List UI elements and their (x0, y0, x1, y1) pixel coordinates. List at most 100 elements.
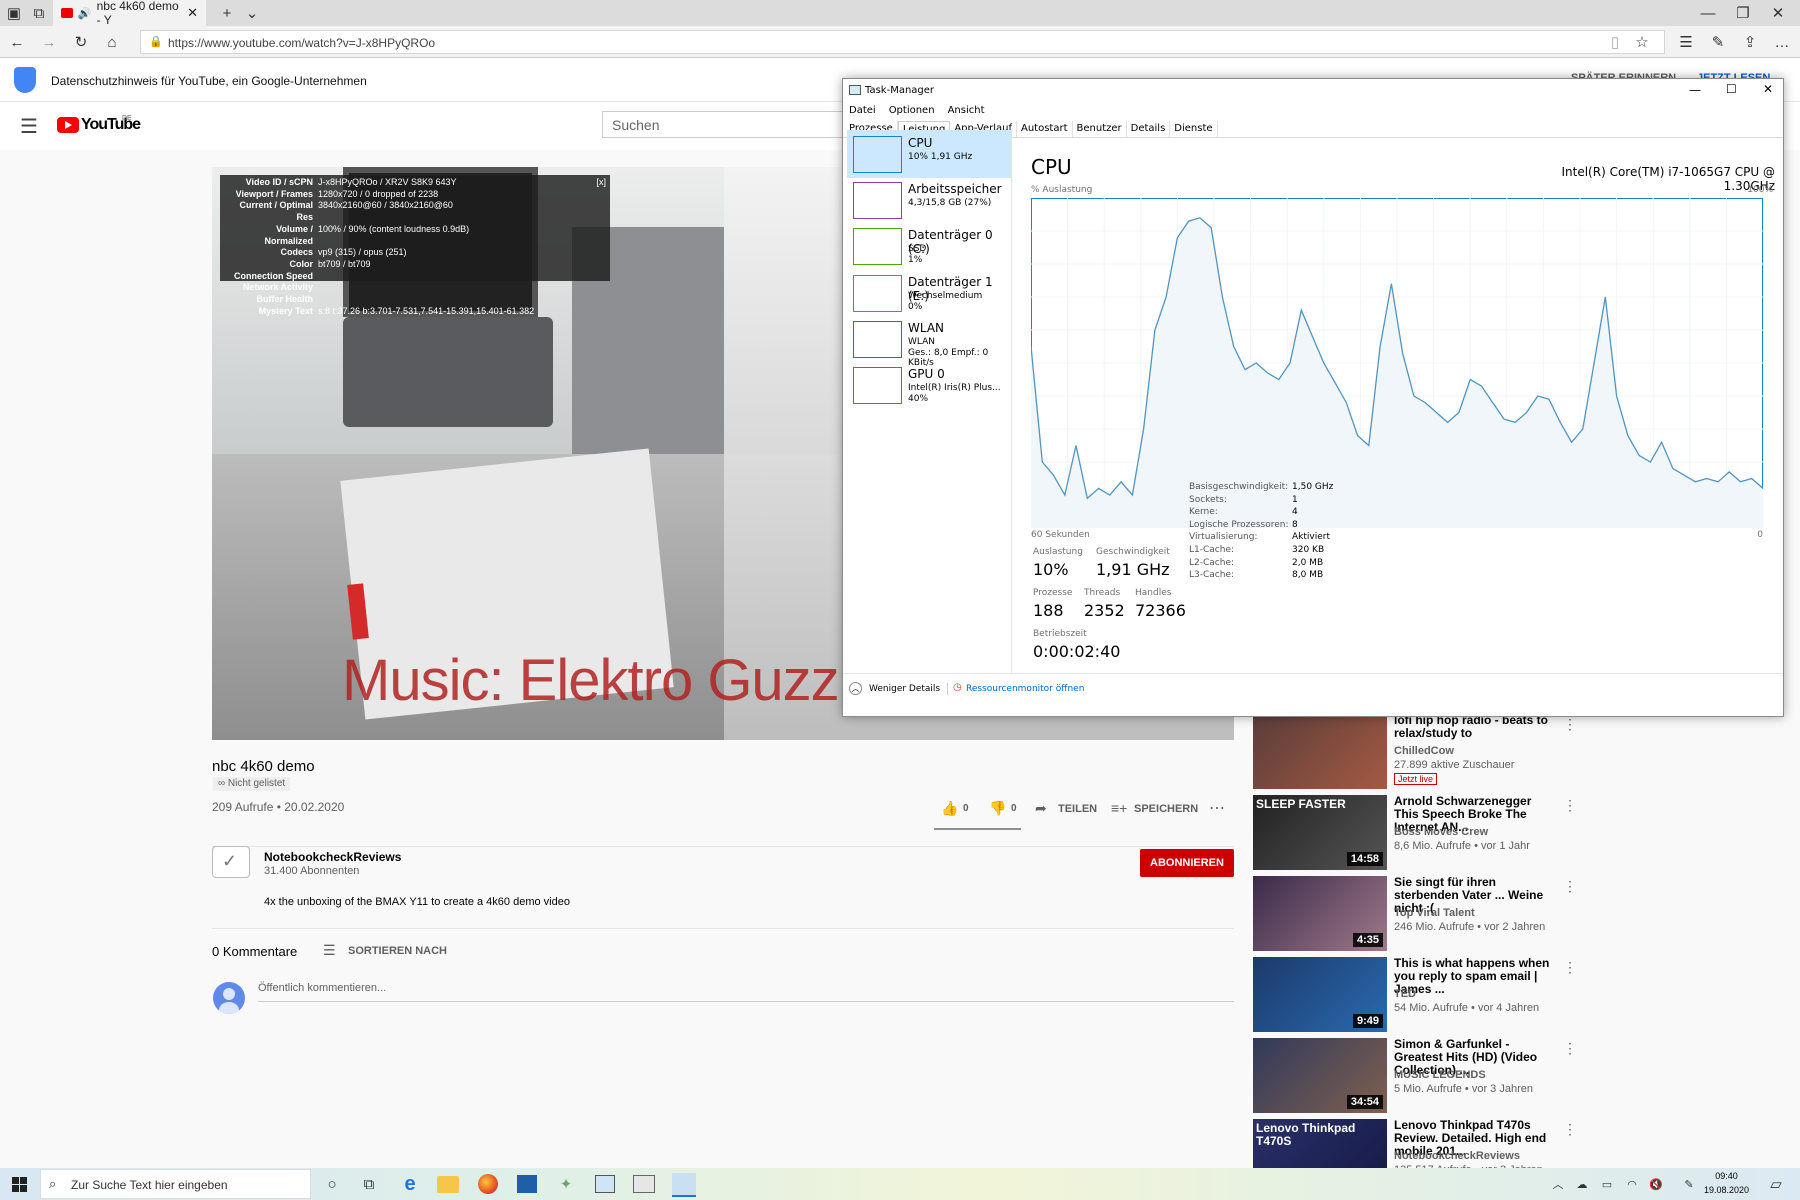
window-close-icon[interactable]: ✕ (1768, 3, 1788, 23)
more-menu-icon[interactable]: … (1773, 33, 1791, 51)
favorite-star-icon[interactable]: ☆ (1633, 33, 1651, 51)
recommended-video[interactable]: 9:49 This is what happens when you reply … (1253, 957, 1577, 1035)
channel-avatar[interactable]: ✓ (212, 846, 250, 878)
stats-close-button[interactable]: [x] (596, 177, 606, 189)
save-button[interactable]: SPEICHERN (1134, 803, 1198, 815)
video-thumbnail[interactable]: 4:35 (1253, 876, 1387, 951)
snipping-tool-icon[interactable] (633, 1175, 655, 1193)
tab-manager-icon[interactable]: ▣ (5, 4, 23, 22)
youtube-logo-icon[interactable] (57, 117, 79, 133)
search-input[interactable]: Suchen (602, 111, 852, 138)
refresh-icon[interactable]: ↻ (70, 32, 92, 52)
more-options-icon[interactable]: ⋮ (1563, 959, 1577, 976)
recommended-channel[interactable]: TED (1394, 988, 1416, 1000)
more-options-icon[interactable]: ⋮ (1563, 1121, 1577, 1138)
recommended-channel[interactable]: MUSIC LEGENDS (1394, 1069, 1486, 1081)
recommended-video[interactable]: 4:35 Sie singt für ihren sterbenden Vater… (1253, 876, 1577, 954)
calculator-icon[interactable] (517, 1175, 537, 1193)
edge-browser-icon[interactable]: e (398, 1172, 422, 1196)
recommended-channel[interactable]: ChilledCow (1394, 745, 1454, 757)
menu-item[interactable]: Datei (849, 105, 876, 119)
window-minimize-icon[interactable]: — (1698, 3, 1718, 23)
pen-workspace-icon[interactable]: ✎ (1681, 1176, 1697, 1192)
menu-item[interactable]: Optionen (889, 105, 935, 119)
more-actions-icon[interactable]: ⋯ (1209, 798, 1225, 818)
chevron-up-icon[interactable]: ︿ (849, 682, 862, 695)
clock-time[interactable]: 09:40 (1704, 1171, 1749, 1181)
share-arrow-icon[interactable]: ➦ (1035, 800, 1047, 817)
tab-benutzer[interactable]: Benutzer (1073, 121, 1127, 137)
tab-autostart[interactable]: Autostart (1017, 121, 1073, 137)
video-thumbnail[interactable] (1253, 714, 1387, 789)
recommended-video[interactable]: lofi hip hop radio - beats to relax/stud… (1253, 714, 1577, 792)
task-manager-window[interactable]: Task-Manager — ☐ ✕ Datei Optionen Ansicht … (842, 78, 1784, 717)
browser-tab[interactable]: 🔊 nbc 4k60 demo - Y ✕ (53, 0, 206, 27)
tab-details[interactable]: Details (1127, 121, 1171, 137)
video-thumbnail[interactable]: SLEEP FASTER 14:58 (1253, 795, 1387, 870)
dislike-icon[interactable]: 👎 (989, 800, 1006, 817)
recommended-channel[interactable]: NotebookcheckReviews (1394, 1150, 1520, 1162)
file-explorer-icon[interactable] (437, 1176, 459, 1193)
perf-item-datentr-ger-1-e-[interactable]: Datenträger 1 (E:) Wechselmedium 0% (847, 269, 1012, 317)
recommended-video[interactable]: 34:54 Simon & Garfunkel - Greatest Hits (… (1253, 1038, 1577, 1116)
more-options-icon[interactable]: ⋮ (1563, 716, 1577, 733)
share-button[interactable]: TEILEN (1058, 803, 1097, 815)
audio-playing-icon[interactable]: 🔊 (78, 7, 92, 20)
pen-icon[interactable]: ✎ (1709, 33, 1727, 51)
perf-item-datentr-ger-0-c-[interactable]: Datenträger 0 (C:) SSD 1% (847, 222, 1012, 270)
task-view-icon[interactable]: ⧉ (359, 1174, 379, 1194)
channel-name[interactable]: NotebookcheckReviews (264, 850, 401, 864)
paint-app-icon[interactable] (595, 1175, 615, 1193)
volume-mute-icon[interactable]: 🔇 (1648, 1176, 1664, 1192)
address-input[interactable]: 🔒 https://www.youtube.com/watch?v=J-x8HP… (140, 30, 1665, 54)
task-manager-taskbar-icon[interactable] (672, 1173, 696, 1197)
tm-close-icon[interactable]: ✕ (1763, 82, 1773, 96)
tab-list-chevron-icon[interactable]: ⌄ (243, 4, 261, 22)
recommended-title[interactable]: This is what happens when you reply to s… (1394, 957, 1556, 996)
perf-item-wlan[interactable]: WLAN WLAN Ges.: 8,0 Empf.: 0 KBit/s (847, 315, 1012, 368)
like-icon[interactable]: 👍 (941, 800, 958, 817)
recommended-channel[interactable]: Boss Moves Crew (1394, 826, 1488, 838)
clock-date[interactable]: 19.08.2020 (1700, 1185, 1753, 1195)
windows-start-icon[interactable] (12, 1177, 27, 1192)
sort-icon[interactable]: ☰ (323, 942, 336, 959)
reading-view-icon[interactable]: ▯ (1606, 33, 1624, 51)
recommended-channel[interactable]: Top Viral Talent (1394, 907, 1475, 919)
perf-item-arbeitsspeicher[interactable]: Arbeitsspeicher 4,3/15,8 GB (27%) (847, 176, 1012, 224)
tab-dienste[interactable]: Dienste (1170, 121, 1218, 137)
wifi-icon[interactable]: ◠ (1624, 1176, 1640, 1192)
show-hidden-icons-chevron-icon[interactable]: ︿ (1550, 1176, 1566, 1192)
perf-item-cpu[interactable]: CPU 10% 1,91 GHz (847, 130, 1012, 178)
comment-input[interactable]: Öffentlich kommentieren... (258, 982, 1234, 1002)
firefox-icon[interactable] (478, 1174, 498, 1194)
share-icon[interactable]: ⇪ (1741, 33, 1759, 51)
notifications-icon[interactable]: ▱ (1767, 1175, 1785, 1193)
app-icon[interactable]: ✦ (555, 1174, 577, 1194)
back-icon[interactable]: ← (6, 32, 28, 52)
sort-button[interactable]: SORTIEREN NACH (348, 945, 447, 957)
favorites-hub-icon[interactable]: ☰ (1677, 33, 1695, 51)
more-options-icon[interactable]: ⋮ (1563, 1040, 1577, 1057)
more-options-icon[interactable]: ⋮ (1563, 878, 1577, 895)
tab-close-icon[interactable]: ✕ (187, 5, 198, 21)
fewer-details-button[interactable]: Weniger Details (869, 684, 940, 694)
resource-monitor-link[interactable]: Ressourcenmonitor öffnen (966, 684, 1084, 694)
perf-item-gpu-0[interactable]: GPU 0 Intel(R) Iris(R) Plus... 40% (847, 361, 1012, 409)
tm-maximize-icon[interactable]: ☐ (1726, 82, 1737, 96)
video-thumbnail[interactable]: 9:49 (1253, 957, 1387, 1032)
new-tab-icon[interactable]: + (218, 4, 236, 22)
playlist-add-icon[interactable]: ≡+ (1111, 800, 1127, 816)
forward-icon[interactable]: → (38, 32, 60, 52)
home-icon[interactable]: ⌂ (101, 32, 123, 52)
more-options-icon[interactable]: ⋮ (1563, 797, 1577, 814)
tab-aside-icon[interactable]: ⧉ (30, 4, 48, 22)
hamburger-menu-icon[interactable]: ☰ (20, 114, 38, 139)
recommended-title[interactable]: lofi hip hop radio - beats to relax/stud… (1394, 714, 1556, 740)
recommended-video[interactable]: SLEEP FASTER 14:58 Arnold Schwarzenegger T… (1253, 795, 1577, 873)
menu-item[interactable]: Ansicht (948, 105, 985, 119)
tm-minimize-icon[interactable]: — (1689, 83, 1701, 97)
battery-icon[interactable]: ▭ (1599, 1176, 1615, 1192)
video-thumbnail[interactable]: 34:54 (1253, 1038, 1387, 1113)
cortana-icon[interactable]: ○ (322, 1174, 342, 1194)
window-restore-icon[interactable]: ❐ (1733, 3, 1753, 23)
